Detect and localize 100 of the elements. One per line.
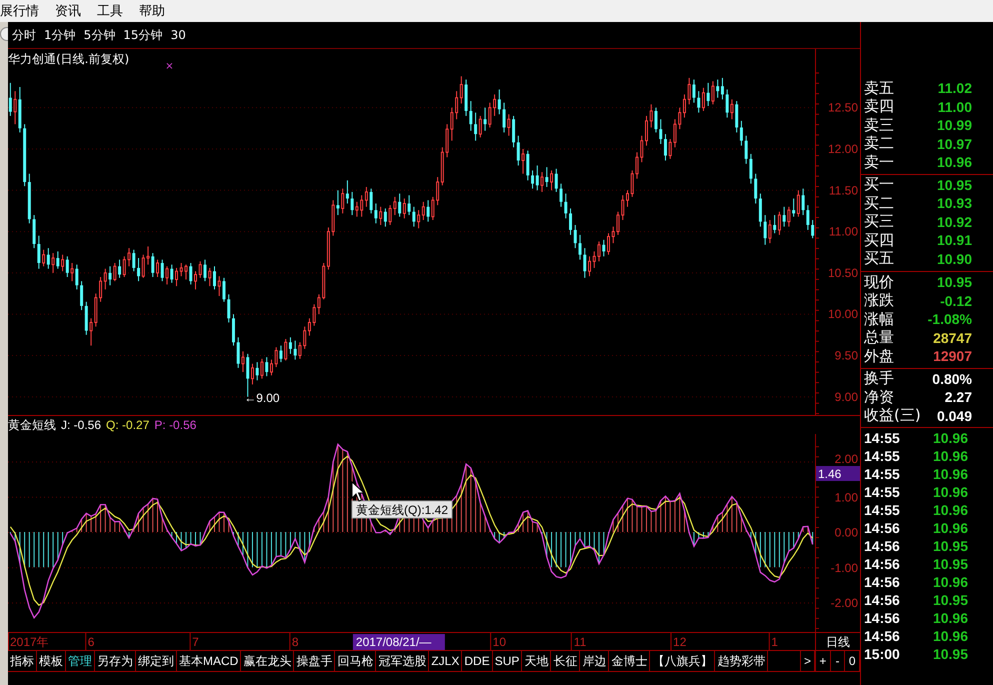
bid-label: 买二 bbox=[864, 194, 894, 212]
candlestick bbox=[294, 340, 297, 360]
indicator-tab[interactable]: 绑定到 bbox=[136, 651, 177, 671]
indicator-reading: J: -0.56 bbox=[61, 418, 102, 432]
candlestick bbox=[370, 188, 373, 214]
round-button-icon[interactable] bbox=[0, 27, 8, 41]
candlestick bbox=[702, 87, 705, 112]
tick-time: 14:55 bbox=[864, 466, 900, 482]
tick-time: 14:56 bbox=[864, 538, 900, 554]
ask-label: 卖五 bbox=[864, 80, 894, 97]
candlestick bbox=[578, 234, 582, 260]
tick-price: 10.96 bbox=[932, 610, 968, 626]
scroll-right-button[interactable]: > bbox=[800, 651, 815, 671]
candlestick bbox=[14, 90, 17, 125]
indicator-tab[interactable]: 赢在龙头 bbox=[241, 651, 294, 671]
candlestick bbox=[236, 336, 240, 368]
candlestick bbox=[460, 76, 463, 104]
tick-price: 10.95 bbox=[932, 556, 968, 572]
candlestick bbox=[802, 188, 805, 216]
menu-item[interactable]: 工具 bbox=[97, 2, 123, 20]
indicator-tab[interactable]: ZJLX bbox=[429, 651, 462, 671]
indicator-tab[interactable]: 操盘手 bbox=[294, 651, 336, 671]
candlestick bbox=[792, 198, 796, 218]
indicator-tab[interactable]: 另存为 bbox=[95, 651, 136, 671]
indicator-tab[interactable]: SUP bbox=[492, 651, 522, 671]
bid-label: 买五 bbox=[864, 250, 894, 268]
bid-price: 10.93 bbox=[936, 195, 972, 212]
tick-price: 10.96 bbox=[932, 502, 968, 518]
tick-time: 14:55 bbox=[864, 448, 900, 464]
period-button[interactable]: 15分钟 bbox=[123, 26, 163, 44]
indicator-tab[interactable]: 基本MACD bbox=[177, 651, 242, 671]
candlestick bbox=[574, 224, 577, 249]
candlestick bbox=[232, 314, 235, 346]
time-axis-label: 1 bbox=[771, 635, 778, 649]
candlestick bbox=[256, 362, 259, 381]
stat-value: -1.08% bbox=[928, 311, 972, 328]
mouse-pointer-icon bbox=[352, 480, 366, 502]
indicator-tab[interactable]: 岸边 bbox=[580, 651, 610, 671]
indicator-name: 黄金短线 bbox=[8, 416, 56, 434]
indicator-tab[interactable]: 模板 bbox=[37, 651, 66, 671]
bid-price: 10.92 bbox=[936, 214, 972, 230]
candlestick bbox=[422, 201, 425, 221]
indicator-tab[interactable]: 长征 bbox=[551, 651, 580, 671]
candlestick bbox=[8, 82, 12, 116]
candlestick bbox=[364, 186, 368, 208]
candlestick bbox=[151, 252, 154, 278]
indicator-tab[interactable]: 趋势彩带 bbox=[715, 651, 768, 671]
stat-value: -0.12 bbox=[940, 292, 972, 309]
tick-price: 10.96 bbox=[932, 448, 968, 464]
period-button[interactable]: 1分钟 bbox=[44, 26, 76, 44]
period-button[interactable]: 5分钟 bbox=[84, 26, 116, 44]
price-axis-label: 9.00 bbox=[834, 390, 858, 404]
candlestick bbox=[341, 188, 344, 214]
tick-price: 10.96 bbox=[932, 520, 968, 536]
candlestick bbox=[56, 250, 60, 270]
cursor-date-label: 2017/08/21/— bbox=[352, 634, 445, 650]
indicator-tab[interactable]: DDE bbox=[462, 651, 493, 671]
stat-label: 外盘 bbox=[864, 348, 894, 365]
candlestick bbox=[194, 270, 198, 290]
candlestick bbox=[730, 98, 734, 120]
candlestick bbox=[554, 168, 558, 192]
time-axis-label: 10 bbox=[492, 635, 506, 649]
candlestick bbox=[773, 214, 776, 234]
fundamental-label: 换手 bbox=[864, 370, 894, 388]
candlestick bbox=[393, 196, 396, 216]
tick-time: 15:00 bbox=[864, 646, 900, 662]
cross-mark: × bbox=[165, 62, 174, 72]
indicator-tab[interactable]: 冠军选股 bbox=[376, 651, 430, 671]
menu-item[interactable]: 资讯 bbox=[55, 2, 81, 20]
tick-time: 14:56 bbox=[864, 520, 900, 536]
candlestick bbox=[526, 150, 530, 181]
ask-label: 卖四 bbox=[864, 98, 894, 116]
period-button[interactable]: 30 bbox=[170, 28, 186, 42]
price-axis-label: 9.50 bbox=[834, 348, 858, 363]
time-axis-label: 12 bbox=[673, 635, 686, 649]
tick-time: 14:56 bbox=[864, 592, 900, 608]
indicator-tab[interactable]: 金博士 bbox=[609, 651, 650, 671]
candlestick bbox=[70, 262, 74, 282]
candlestick bbox=[66, 256, 69, 278]
candlestick bbox=[379, 206, 382, 226]
candlestick bbox=[502, 102, 506, 133]
candlestick bbox=[336, 190, 340, 216]
period-button[interactable]: 分时 bbox=[12, 26, 36, 44]
tick-time: 14:56 bbox=[864, 574, 900, 590]
candlestick bbox=[288, 336, 292, 354]
menu-item[interactable]: 展行情 bbox=[0, 2, 39, 20]
candlestick bbox=[602, 239, 606, 257]
tick-time: 14:56 bbox=[864, 628, 900, 644]
stat-label: 涨跌 bbox=[864, 292, 894, 310]
candlestick bbox=[426, 200, 430, 222]
candlestick bbox=[474, 112, 478, 142]
price-axis-label: 11.50 bbox=[828, 183, 858, 198]
candlestick bbox=[484, 107, 487, 132]
ask-label: 卖三 bbox=[864, 116, 894, 134]
tick-time: 14:56 bbox=[864, 556, 900, 572]
indicator-tab[interactable]: 天地 bbox=[522, 651, 552, 671]
menu-item[interactable]: 帮助 bbox=[139, 2, 165, 20]
indicator-tab[interactable]: 管理 bbox=[66, 651, 95, 671]
tick-time: 14:55 bbox=[864, 430, 900, 446]
indicator-tab[interactable]: 指标 bbox=[8, 651, 37, 671]
